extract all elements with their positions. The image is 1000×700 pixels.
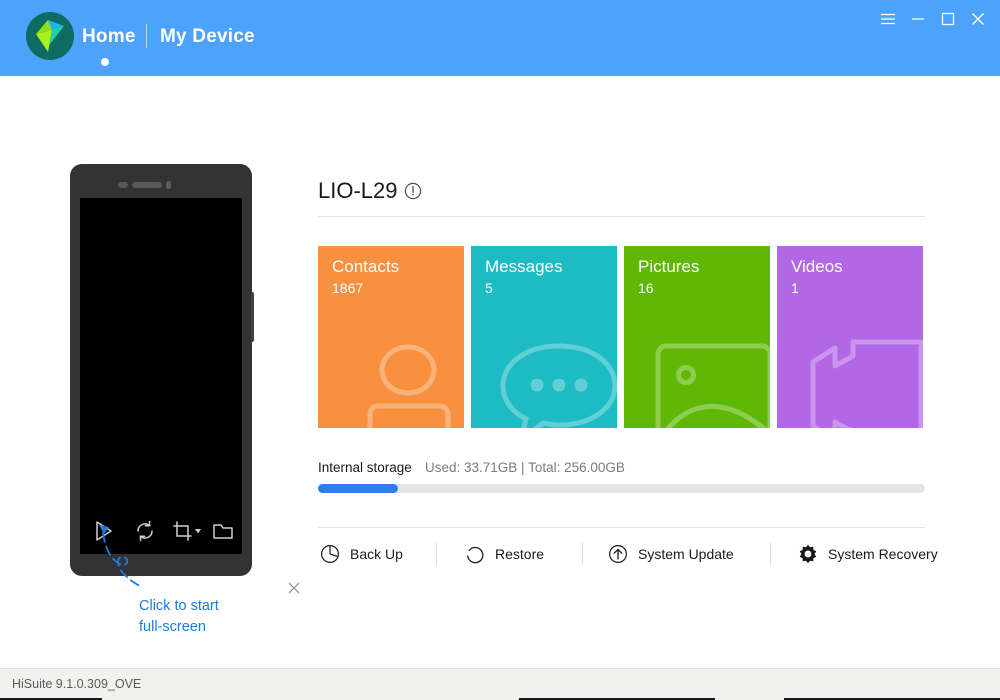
device-preview <box>70 164 254 576</box>
tile-label: Contacts <box>332 257 400 276</box>
status-bar: HiSuite 9.1.0.309_OVE <box>0 668 1000 700</box>
minimize-icon[interactable] <box>904 6 932 32</box>
tile-count: 1 <box>791 280 799 296</box>
messages-art-icon <box>500 343 617 428</box>
restore-button[interactable]: Restore <box>465 538 544 570</box>
system-recovery-button[interactable]: System Recovery <box>798 538 938 570</box>
title-divider <box>318 216 925 217</box>
annotation-close-icon[interactable] <box>287 581 305 599</box>
storage-progress-track <box>318 484 925 493</box>
nav-active-indicator <box>101 58 109 66</box>
pictures-art-icon <box>655 343 770 428</box>
tile-pictures[interactable]: Pictures 16 <box>624 246 770 428</box>
phone-speaker <box>132 182 162 188</box>
folder-icon[interactable] <box>212 520 236 544</box>
annotation-text: Click to start full-screen <box>139 596 289 638</box>
nav-link-home[interactable]: Home <box>82 26 136 48</box>
annotation-line-2: full-screen <box>139 619 206 635</box>
menu-icon[interactable] <box>874 6 902 32</box>
annotation-line-1: Click to start <box>139 598 219 614</box>
info-icon[interactable] <box>404 182 422 200</box>
restore-icon <box>465 544 485 564</box>
tile-videos[interactable]: Videos 1 <box>777 246 923 428</box>
phone-sensor <box>166 181 171 189</box>
action-bar: Back Up Restore System Update System Rec… <box>318 538 938 570</box>
system-update-icon <box>608 544 628 564</box>
actions-divider <box>318 527 925 528</box>
phone-screen[interactable] <box>80 198 242 510</box>
tile-contacts[interactable]: Contacts 1867 <box>318 246 464 428</box>
tile-label: Messages <box>485 257 563 276</box>
phone-camera <box>118 182 128 188</box>
close-icon[interactable] <box>964 6 992 32</box>
app-logo <box>26 12 74 60</box>
storage-detail: Used: 33.71GB | Total: 256.00GB <box>425 460 625 475</box>
restore-label: Restore <box>495 546 545 562</box>
action-separator <box>436 543 437 565</box>
tile-count: 16 <box>638 280 654 296</box>
storage-progress-fill <box>318 484 399 493</box>
system-recovery-label: System Recovery <box>828 546 938 562</box>
action-separator <box>582 543 583 565</box>
system-update-label: System Update <box>638 546 734 562</box>
phone-side-button <box>251 292 254 342</box>
app-version-label: HiSuite 9.1.0.309_OVE <box>12 677 142 691</box>
system-update-button[interactable]: System Update <box>608 538 734 570</box>
storage-label: Internal storage <box>318 460 412 475</box>
contacts-art-icon <box>367 344 451 428</box>
title-bar: Home My Device <box>0 0 1000 76</box>
tile-messages[interactable]: Messages 5 <box>471 246 617 428</box>
page-title: LIO-L29 <box>318 178 398 203</box>
tile-count: 5 <box>485 280 493 296</box>
backup-icon <box>320 544 340 564</box>
category-tiles: Contacts 1867 Messages 5 Pictures 16 Vid… <box>318 246 925 428</box>
nav-separator <box>146 24 147 48</box>
maximize-icon[interactable] <box>934 6 962 32</box>
nav-link-my-device[interactable]: My Device <box>160 26 255 48</box>
system-recovery-icon <box>798 544 818 564</box>
tile-label: Videos <box>791 257 843 276</box>
backup-button[interactable]: Back Up <box>320 538 403 570</box>
tile-label: Pictures <box>638 257 700 276</box>
tile-count: 1867 <box>332 280 364 296</box>
action-separator <box>770 543 771 565</box>
backup-label: Back Up <box>350 546 403 562</box>
videos-art-icon <box>810 339 923 428</box>
